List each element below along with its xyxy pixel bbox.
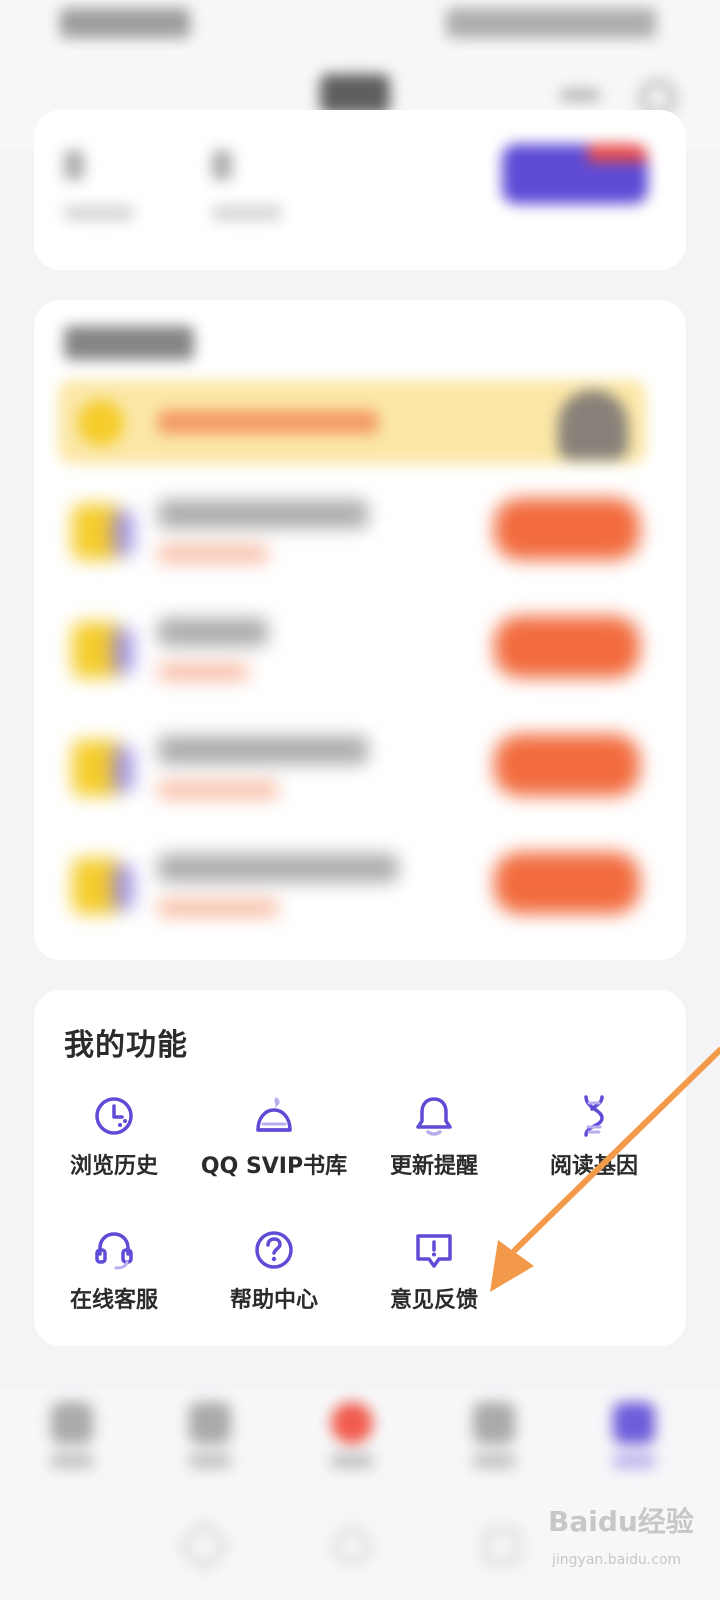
function-label: 帮助中心 xyxy=(229,1288,318,1313)
function-label: 浏览历史 xyxy=(69,1154,158,1179)
more-icon[interactable] xyxy=(560,90,600,100)
home-icon[interactable] xyxy=(334,1528,370,1564)
task-row xyxy=(58,726,658,816)
task-icon xyxy=(72,622,134,678)
task-row xyxy=(58,608,658,698)
status-indicators xyxy=(446,8,656,38)
tab-label xyxy=(331,1454,373,1468)
task-reward xyxy=(158,782,278,798)
function-label: 意见反馈 xyxy=(389,1288,478,1313)
function-online-service[interactable]: 在线客服 xyxy=(34,1228,194,1338)
category-icon xyxy=(473,1402,515,1444)
tab-bookshelf[interactable] xyxy=(42,1402,102,1482)
stat-value-2 xyxy=(212,150,232,180)
crown-bookshelf-icon xyxy=(256,1097,292,1132)
task-title xyxy=(158,500,368,528)
bottom-tab-bar xyxy=(0,1390,720,1500)
task-title xyxy=(158,618,268,646)
bookshelf-icon xyxy=(51,1402,93,1444)
task-banner[interactable] xyxy=(58,380,646,464)
function-update-reminder[interactable]: 更新提醒 xyxy=(354,1094,514,1204)
task-reward xyxy=(158,900,278,916)
function-help-center[interactable]: 帮助中心 xyxy=(194,1228,354,1338)
task-title xyxy=(158,854,398,882)
recents-icon[interactable] xyxy=(484,1528,520,1564)
status-bar xyxy=(0,0,720,50)
task-action-button[interactable] xyxy=(494,616,640,678)
function-svip-library[interactable]: QQ SVIP书库 xyxy=(194,1094,354,1204)
back-icon[interactable] xyxy=(178,1520,230,1572)
tab-category[interactable] xyxy=(464,1402,524,1482)
dna-icon xyxy=(584,1095,604,1137)
watermark: Baidu经验 jingyan.baidu.com xyxy=(548,1500,718,1600)
stat-label-1 xyxy=(64,205,134,221)
clock-history-icon xyxy=(95,1097,133,1135)
vip-button[interactable] xyxy=(502,144,648,204)
function-label: 在线客服 xyxy=(69,1288,158,1313)
task-icon xyxy=(72,740,134,796)
status-time-signal xyxy=(60,8,190,38)
tab-label xyxy=(189,1454,231,1468)
task-icon xyxy=(72,858,134,914)
function-feedback[interactable]: 意见反馈 xyxy=(354,1228,514,1338)
watermark-logo: Baidu经验 xyxy=(548,1505,694,1538)
task-reward xyxy=(158,664,248,680)
tab-welfare[interactable] xyxy=(322,1402,382,1482)
welfare-icon xyxy=(331,1402,373,1444)
task-action-button[interactable] xyxy=(494,734,640,796)
page-title xyxy=(320,74,390,114)
task-icon xyxy=(72,504,134,560)
function-label: QQ SVIP书库 xyxy=(200,1154,348,1179)
store-icon xyxy=(189,1402,231,1444)
banner-text xyxy=(158,410,378,434)
headset-icon xyxy=(95,1232,133,1270)
tab-label xyxy=(613,1454,655,1468)
profile-icon xyxy=(613,1402,655,1444)
task-center-card xyxy=(34,300,686,960)
function-reading-gene[interactable]: 阅读基因 xyxy=(514,1094,674,1204)
question-circle-icon xyxy=(255,1231,293,1269)
function-label: 更新提醒 xyxy=(389,1154,478,1179)
stats-card xyxy=(34,110,686,270)
watermark-url: jingyan.baidu.com xyxy=(552,1552,682,1568)
tab-label xyxy=(51,1454,93,1468)
tab-label xyxy=(473,1454,515,1468)
task-row xyxy=(58,490,658,580)
stat-label-2 xyxy=(212,205,282,221)
task-reward xyxy=(158,546,268,562)
tab-bookstore[interactable] xyxy=(180,1402,240,1482)
stat-value-1 xyxy=(64,150,84,180)
coin-icon xyxy=(78,400,124,446)
task-action-button[interactable] xyxy=(494,498,640,560)
function-label: 阅读基因 xyxy=(549,1154,638,1179)
task-title xyxy=(158,736,368,764)
task-center-title xyxy=(64,326,194,360)
tab-mine[interactable] xyxy=(604,1402,664,1482)
my-functions-card: 我的功能 浏览历史 QQ SVIP书库 更新提醒 阅读基因 在线客服 帮助中心 … xyxy=(34,990,686,1346)
my-functions-title: 我的功能 xyxy=(64,1028,188,1063)
mascot-image xyxy=(558,390,628,460)
task-action-button[interactable] xyxy=(494,852,640,914)
function-browse-history[interactable]: 浏览历史 xyxy=(34,1094,194,1204)
task-row xyxy=(58,844,658,934)
feedback-bubble-icon xyxy=(416,1234,452,1268)
bell-icon xyxy=(416,1097,452,1136)
